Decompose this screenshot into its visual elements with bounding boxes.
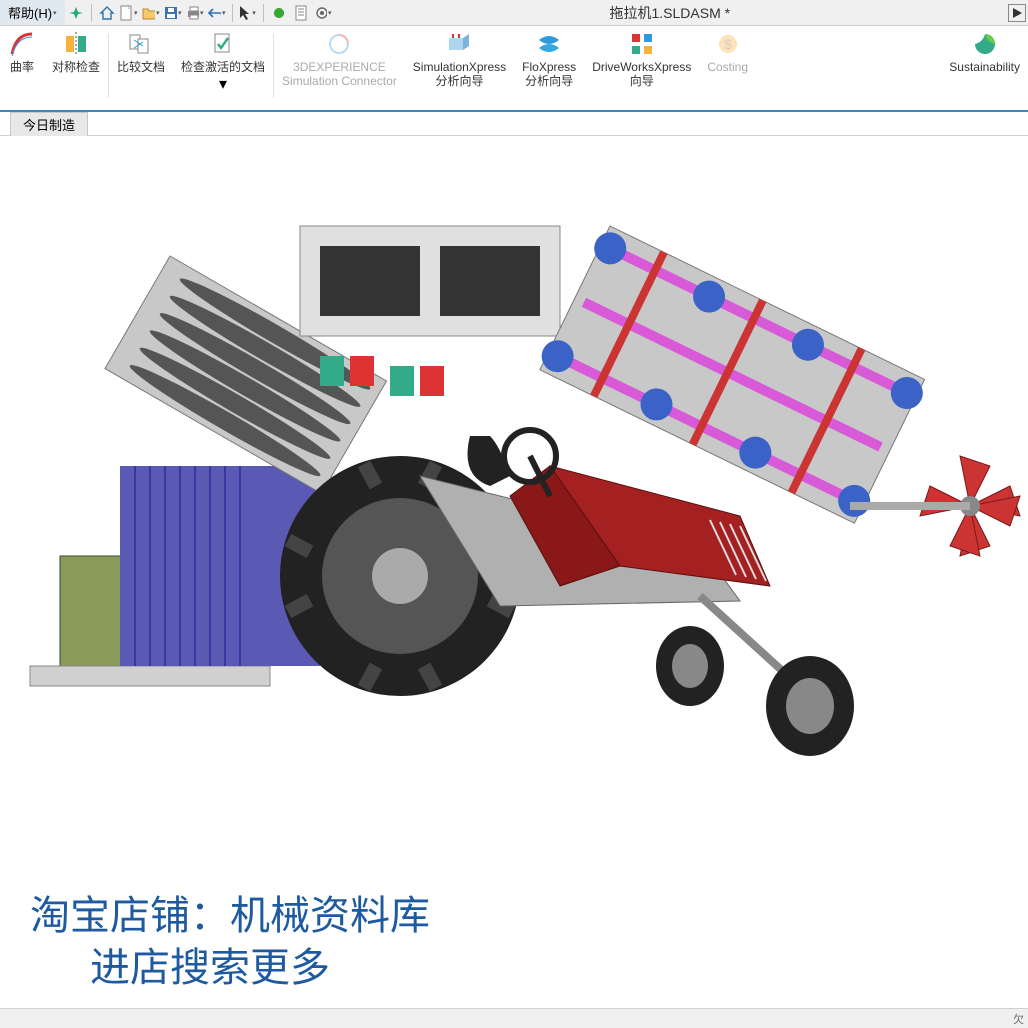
open-icon[interactable]: ▾ <box>142 4 160 22</box>
tab-label: 今日制造 <box>23 115 75 134</box>
options-icon[interactable] <box>292 4 310 22</box>
simx-icon <box>445 30 473 58</box>
3dexperience-button[interactable]: 3DEXPERIENCE Simulation Connector <box>274 30 405 108</box>
ribbon-label: 检查激活的文档 <box>181 60 265 74</box>
status-text: 欠 <box>1013 1011 1024 1027</box>
chevron-down-icon: ▾ <box>156 9 160 17</box>
ribbon: 曲率 对称检查 比较文档 检查激活的文档 ▾ 3DEXPERIENCE Simu… <box>0 26 1028 112</box>
sustainability-button[interactable]: Sustainability <box>941 30 1028 108</box>
save-icon[interactable]: ▾ <box>164 4 182 22</box>
menu-bar: 帮助(H) ▾ ▾ ▾ ▾ ▾ ▾ ▾ ▾ 拖拉机1.SLDASM <box>0 0 1028 26</box>
ribbon-label: Sustainability <box>949 60 1020 74</box>
costing-button[interactable]: $ Costing <box>699 30 756 108</box>
dwx-icon <box>628 30 656 58</box>
compare-icon <box>127 30 155 58</box>
viewport-3d[interactable]: 淘宝店铺：机械资料库 进店搜索更多 <box>0 136 1028 1004</box>
select-icon[interactable]: ▾ <box>239 4 257 22</box>
chevron-down-icon: ▾ <box>252 9 256 17</box>
tab-strip: 今日制造 <box>0 112 1028 136</box>
tab-today-manufacture[interactable]: 今日制造 <box>10 112 88 136</box>
status-bar: 欠 <box>0 1008 1028 1028</box>
watermark-line2: 进店搜索更多 <box>30 942 430 994</box>
check-doc-icon <box>209 30 237 58</box>
watermark-line1: 淘宝店铺：机械资料库 <box>30 890 430 942</box>
ribbon-label: Costing <box>707 60 748 74</box>
chevron-down-icon: ▾ <box>178 9 182 17</box>
simulationxpress-button[interactable]: SimulationXpress 分析向导 <box>405 30 514 108</box>
home-icon[interactable] <box>98 4 116 22</box>
new-icon[interactable]: ▾ <box>120 4 138 22</box>
ribbon-label: FloXpress 分析向导 <box>522 60 576 89</box>
ribbon-label: DriveWorksXpress 向导 <box>592 60 691 89</box>
costing-icon: $ <box>714 30 742 58</box>
print-icon[interactable]: ▾ <box>186 4 204 22</box>
ribbon-label: 比较文档 <box>117 60 165 74</box>
driveworksxpress-button[interactable]: DriveWorksXpress 向导 <box>584 30 699 108</box>
chevron-down-icon: ▾ <box>222 9 226 17</box>
floxpress-button[interactable]: FloXpress 分析向导 <box>514 30 584 108</box>
ribbon-label: 3DEXPERIENCE Simulation Connector <box>282 60 397 89</box>
3dx-icon <box>325 30 353 58</box>
chevron-down-icon: ▾ <box>53 9 57 17</box>
undo-icon[interactable]: ▾ <box>208 4 226 22</box>
divider <box>263 4 264 22</box>
rebuild-icon[interactable] <box>270 4 288 22</box>
ribbon-label: SimulationXpress 分析向导 <box>413 60 506 89</box>
document-title: 拖拉机1.SLDASM * <box>334 3 1006 23</box>
chevron-down-icon: ▾ <box>200 9 204 17</box>
chevron-down-icon: ▾ <box>328 9 332 17</box>
ribbon-label: 对称检查 <box>52 60 100 74</box>
svg-text:$: $ <box>724 36 732 52</box>
help-menu[interactable]: 帮助(H) ▾ <box>0 0 65 25</box>
check-active-doc-button[interactable]: 检查激活的文档 ▾ <box>173 30 273 108</box>
symmetry-check-button[interactable]: 对称检查 <box>44 30 108 108</box>
curvature-icon <box>8 30 36 58</box>
settings-icon[interactable]: ▾ <box>314 4 332 22</box>
flox-icon <box>535 30 563 58</box>
curvature-button[interactable]: 曲率 <box>0 30 44 108</box>
divider <box>91 4 92 22</box>
chevron-down-icon: ▾ <box>219 74 227 94</box>
play-icon[interactable] <box>1008 4 1026 22</box>
watermark: 淘宝店铺：机械资料库 进店搜索更多 <box>30 890 430 994</box>
chevron-down-icon: ▾ <box>134 9 138 17</box>
model-tractor-assembly <box>0 136 1028 856</box>
divider <box>232 4 233 22</box>
help-menu-label: 帮助(H) <box>8 3 52 22</box>
sustain-icon <box>971 30 999 58</box>
ribbon-label: 曲率 <box>10 60 34 74</box>
compare-docs-button[interactable]: 比较文档 <box>109 30 173 108</box>
pin-icon[interactable] <box>67 4 85 22</box>
symmetry-icon <box>62 30 90 58</box>
